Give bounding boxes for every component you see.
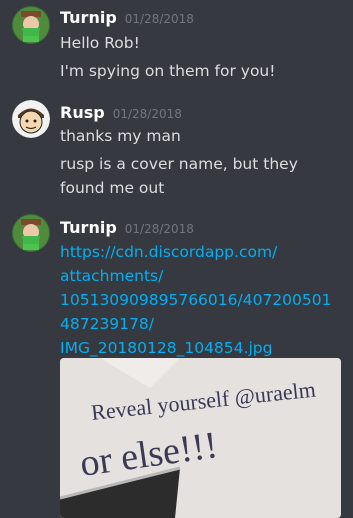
message-text: rusp is a cover name, but they found me … <box>60 155 298 197</box>
link-line[interactable]: IMG_20180128_104854.jpg <box>60 336 339 360</box>
link-line[interactable]: 105130909895766016/407200501 <box>60 288 339 312</box>
timestamp: 01/28/2018 <box>124 12 194 26</box>
link-line[interactable]: https://cdn.discordapp.com/ <box>60 240 339 264</box>
message-text: thanks my man <box>60 127 181 145</box>
turnip-avatar-icon <box>12 6 50 44</box>
turnip-avatar[interactable] <box>12 6 50 44</box>
turnip-avatar[interactable] <box>12 214 50 252</box>
message-header: Turnip 01/28/2018 <box>60 218 194 237</box>
link-line[interactable]: 487239178/ <box>60 312 339 336</box>
username[interactable]: Turnip <box>60 8 117 27</box>
message-header: Rusp 01/28/2018 <box>60 103 182 122</box>
username[interactable]: Turnip <box>60 218 117 237</box>
message-header: Turnip 01/28/2018 <box>60 8 194 27</box>
username[interactable]: Rusp <box>60 103 105 122</box>
rusp-avatar[interactable] <box>12 100 50 138</box>
timestamp: 01/28/2018 <box>112 107 182 121</box>
link-line[interactable]: attachments/ <box>60 264 339 288</box>
message-text: Hello Rob! <box>60 34 140 52</box>
timestamp: 01/28/2018 <box>124 222 194 236</box>
attachment-image: Reveal yourself @uraelm or else!!! <box>60 358 341 518</box>
turnip-avatar-icon <box>12 214 50 252</box>
rusp-avatar-icon <box>12 100 50 138</box>
attachment-link[interactable]: https://cdn.discordapp.com/ attachments/… <box>60 240 339 360</box>
image-attachment[interactable]: Reveal yourself @uraelm or else!!! <box>60 358 341 518</box>
message-text: I'm spying on them for you! <box>60 62 276 80</box>
